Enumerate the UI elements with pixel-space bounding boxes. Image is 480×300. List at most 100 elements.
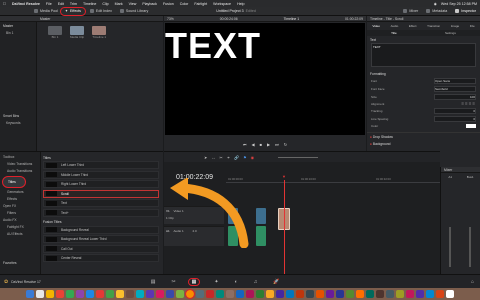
select-tool-icon[interactable]: ➤ (204, 155, 207, 160)
play-reverse-icon[interactable]: ◀ (252, 142, 255, 147)
edit-index-button[interactable]: Edit Index (86, 7, 116, 16)
bin-master[interactable]: Master (0, 22, 36, 29)
menu-clip[interactable]: Clip (102, 2, 108, 6)
menu-playback[interactable]: Playback (142, 2, 157, 6)
dock-app-icon[interactable] (396, 290, 404, 298)
edit-page-icon[interactable]: ▦ (187, 278, 201, 286)
line-spacing-field[interactable]: 0 (434, 116, 476, 122)
fairlight-page-icon[interactable]: ♫ (254, 279, 258, 285)
tree-video-transitions[interactable]: Video Transitions (0, 161, 40, 168)
stop-icon[interactable]: ■ (260, 142, 262, 147)
dock-app-icon[interactable] (326, 290, 334, 298)
marker-icon[interactable]: ◉ (251, 155, 255, 160)
home-icon[interactable]: ⌂ (471, 279, 474, 285)
dock-app-icon[interactable] (176, 290, 184, 298)
dock-app-icon[interactable] (436, 290, 444, 298)
dock-app-icon[interactable] (386, 290, 394, 298)
playhead-marker[interactable]: ▼ (282, 174, 286, 179)
dock-app-icon[interactable] (346, 290, 354, 298)
dock-app-icon[interactable] (76, 290, 84, 298)
font-face-select[interactable]: Semibold (434, 86, 476, 92)
dock-app-icon[interactable] (366, 290, 374, 298)
tree-favorites[interactable]: Favorites (0, 260, 40, 267)
viewer-zoom[interactable]: 73% (167, 17, 174, 21)
menu-edit[interactable]: Edit (58, 2, 64, 6)
playhead-line[interactable] (284, 180, 285, 275)
dock-app-icon[interactable] (196, 290, 204, 298)
dock-app-icon[interactable] (316, 290, 324, 298)
title-left-lower-third[interactable]: Left Lower Third (43, 161, 159, 169)
loop-icon[interactable]: ↻ (284, 142, 287, 147)
fusion-title-call-out[interactable]: Call Out (43, 244, 159, 253)
dock-app-icon[interactable] (146, 290, 154, 298)
inspector-tab-image[interactable]: Image (451, 24, 459, 28)
smart-bin-keywords[interactable]: Keywords (0, 119, 36, 126)
drop-shadow-section[interactable]: ● Drop Shadow (367, 132, 480, 140)
title-right-lower-third[interactable]: Right Lower Third (43, 180, 159, 189)
dock-app-icon[interactable] (376, 290, 384, 298)
dock-app-icon[interactable] (216, 290, 224, 298)
dock-app-icon[interactable] (286, 290, 294, 298)
rewind-icon[interactable]: ⏮ (243, 142, 247, 147)
viewer-timeline-name[interactable]: Timeline 1 (284, 17, 300, 21)
size-field[interactable]: 100 (434, 94, 476, 100)
tree-filters[interactable]: Filters (0, 210, 40, 217)
dock-app-icon[interactable] (426, 290, 434, 298)
viewer-canvas[interactable]: TEXT (165, 23, 365, 135)
clip-item[interactable]: Media Clip (70, 26, 84, 39)
menu-workspace[interactable]: Workspace (213, 2, 231, 6)
fast-forward-icon[interactable]: ⏭ (275, 142, 279, 147)
text-editor[interactable]: TEXT (371, 43, 476, 67)
clock[interactable]: Wed Sep 25 12:58 PM (441, 2, 477, 6)
sound-library-button[interactable]: Sound Library (116, 7, 152, 16)
play-icon[interactable]: ▶ (267, 142, 270, 147)
dock-app-icon[interactable] (256, 290, 264, 298)
dock-app-icon[interactable] (116, 290, 124, 298)
media-page-icon[interactable]: ▤ (151, 279, 156, 285)
dock-app-icon[interactable] (406, 290, 414, 298)
fusion-title-background-reveal[interactable]: Background Reveal (43, 225, 159, 234)
dock-app-icon[interactable] (446, 290, 454, 298)
menu-color[interactable]: Color (180, 2, 189, 6)
flag-icon[interactable]: ⚑ (243, 155, 247, 160)
trim-tool-icon[interactable]: ↔ (211, 155, 215, 160)
title-text[interactable]: Text (43, 199, 159, 208)
video-clip[interactable] (256, 208, 266, 224)
subtab-title[interactable]: Title (391, 31, 397, 35)
title-text-plus[interactable]: Text+ (43, 208, 159, 217)
dock-app-icon[interactable] (156, 290, 164, 298)
dock-app-icon[interactable] (416, 290, 424, 298)
tree-generators[interactable]: Generators (0, 189, 40, 196)
dock-app-icon[interactable] (46, 290, 54, 298)
fusion-title-background-reveal-lower-third[interactable]: Background Reveal Lower Third (43, 235, 159, 244)
deliver-page-icon[interactable]: 🚀 (273, 279, 279, 285)
snapping-icon[interactable]: ⚭ (227, 155, 230, 160)
blade-tool-icon[interactable]: ✂ (219, 155, 222, 160)
subtab-settings[interactable]: Settings (445, 31, 456, 35)
tree-au-effects[interactable]: AU Effects (0, 231, 40, 238)
background-section[interactable]: ● Background (367, 140, 480, 147)
link-icon[interactable]: 🔗 (234, 155, 239, 160)
inspector-tab-transition[interactable]: Transition (427, 24, 440, 28)
bin-1[interactable]: Bin 1 (0, 29, 36, 36)
menu-file[interactable]: File (46, 2, 52, 6)
dock-app-icon[interactable] (36, 290, 44, 298)
apple-icon[interactable]:  (3, 1, 6, 6)
zoom-slider[interactable] (278, 156, 319, 158)
tree-fairlight-fx[interactable]: Fairlight FX (0, 224, 40, 231)
inspector-tab-file[interactable]: File (470, 24, 475, 28)
menu-view[interactable]: View (129, 2, 137, 6)
effects-button[interactable]: ✦ Effects (59, 6, 86, 16)
drop-shadow-toggle-icon[interactable]: ● (370, 135, 372, 139)
mixer-button[interactable]: Mixer (399, 7, 422, 16)
inspector-tab-video[interactable]: Video (372, 24, 380, 28)
dock-app-icon[interactable] (296, 290, 304, 298)
dock-app-icon[interactable] (206, 290, 214, 298)
clip-item[interactable]: Timeline 1 (92, 26, 107, 39)
menu-fusion[interactable]: Fusion (163, 2, 174, 6)
cut-page-icon[interactable]: ✂ (171, 279, 175, 285)
font-select[interactable]: Open Sans (434, 78, 476, 84)
dock-app-icon[interactable] (185, 289, 195, 299)
menu-trim[interactable]: Trim (70, 2, 77, 6)
dock-app-icon[interactable] (166, 290, 174, 298)
